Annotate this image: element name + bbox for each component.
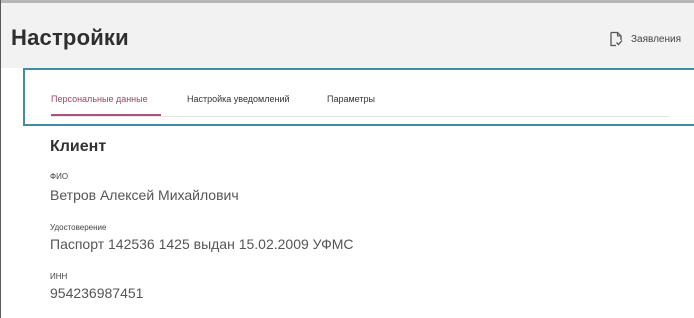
id-document-label: Удостоверение (50, 223, 107, 232)
requests-label: Заявления (630, 33, 681, 45)
requests-button[interactable]: Заявления (609, 28, 681, 50)
settings-page: Настройки Заявления Персональные данные … (0, 0, 694, 318)
inn-value: 954236987451 (50, 285, 144, 301)
settings-tabs: Персональные данные Настройка уведомлени… (23, 68, 694, 126)
active-tab-indicator (51, 114, 161, 116)
full-name-label: ФИО (50, 172, 69, 181)
tabs-divider (51, 116, 669, 117)
tab-personal-data[interactable]: Персональные данные (51, 94, 148, 104)
inn-label: ИНН (50, 272, 68, 281)
tab-parameters[interactable]: Параметры (327, 94, 375, 104)
tab-notification-settings[interactable]: Настройка уведомлений (187, 94, 290, 104)
section-title: Клиент (50, 138, 107, 155)
document-check-icon (609, 31, 623, 47)
page-header: Настройки Заявления (1, 3, 694, 68)
id-document-value: Паспорт 142536 1425 выдан 15.02.2009 УФМ… (50, 236, 354, 252)
page-title: Настройки (11, 25, 129, 50)
full-name-value: Ветров Алексей Михайлович (50, 187, 239, 203)
